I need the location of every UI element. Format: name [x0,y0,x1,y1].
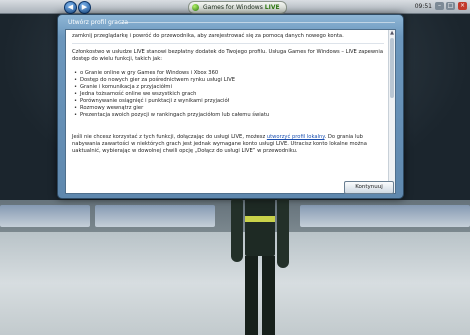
arena-banner-right [300,205,470,227]
content-scrollbar[interactable]: ▲ ▼ [388,30,395,193]
membership-paragraph: Członkostwo w usłudze LIVE stanowi bezpł… [72,49,383,62]
dialog-content: zamknij przeglądarkę i powróć do przewod… [65,29,396,194]
arena-banner-middle [95,205,215,227]
title-divider [120,22,395,23]
feature-item: o Granie online w gry Games for Windows … [72,70,384,77]
feature-item: Dostęp do nowych gier za pośrednictwem r… [72,77,384,84]
clock: 09:51 [414,3,432,10]
arena-banner-left [0,205,90,227]
back-arrow-icon[interactable]: ◀ [64,1,77,14]
games-for-windows-live-logo: Games for Windows LIVE [188,1,287,14]
scroll-up-icon[interactable]: ▲ [389,30,395,36]
feature-item: Rozmowy wewnątrz gier [72,105,384,112]
feature-item: Jedna tożsamość online we wszystkich gra… [72,91,384,98]
brand-text: Games for Windows [203,4,263,11]
live-sphere-icon [192,4,199,11]
close-icon[interactable]: × [458,2,467,10]
paragraph-text-start: Jeśli nie chcesz korzystać z tych funkcj… [72,134,267,140]
feature-item: Porównywanie osiągnięć i punktacji z wyn… [72,98,384,105]
create-profile-dialog: Utwórz profil gracza zamknij przeglądark… [57,14,404,199]
local-profile-link[interactable]: utworzyć profil lokalny [267,134,325,140]
skater-figure [231,186,289,335]
local-profile-paragraph: Jeśli nie chcesz korzystać z tych funkcj… [72,134,384,155]
feature-item: Granie i komunikacja z przyjaciółmi [72,84,384,91]
continue-button[interactable]: Kontynuuj [344,181,394,194]
feature-item: Prezentacja swoich pozycji w rankingach … [72,112,384,119]
maximize-icon[interactable]: □ [446,2,455,10]
minimize-icon[interactable]: – [435,2,444,10]
brand-live-text: LIVE [264,4,280,11]
intro-text: zamknij przeglądarkę i powróć do przewod… [72,33,344,39]
forward-arrow-icon[interactable]: ▶ [78,1,91,14]
content-divider [72,43,384,44]
feature-list: o Granie online w gry Games for Windows … [72,70,384,119]
scroll-thumb[interactable] [390,38,394,98]
guide-top-bar: ◀ ▶ Games for Windows LIVE 09:51 – □ × [0,0,470,14]
